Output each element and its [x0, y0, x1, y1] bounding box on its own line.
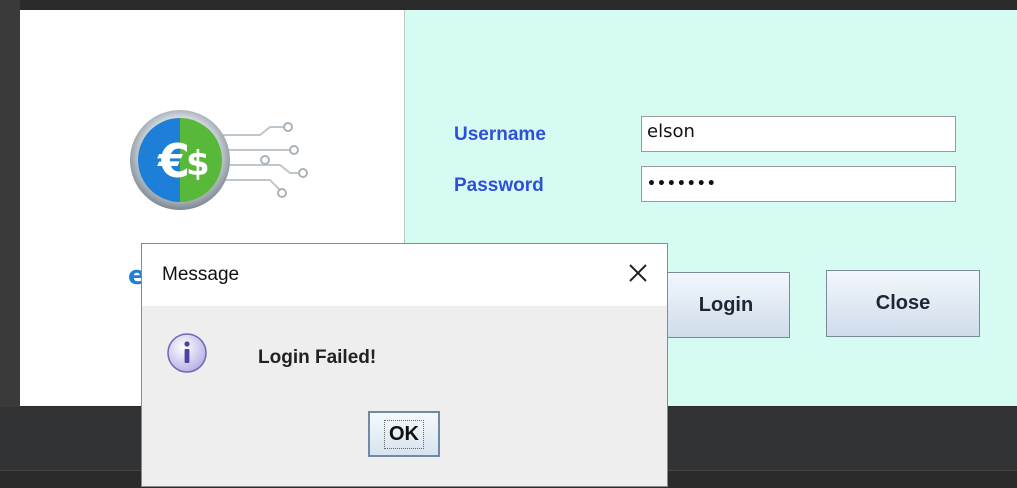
dialog-title: Message [162, 264, 240, 285]
password-label: Password [454, 175, 544, 196]
username-label: Username [454, 124, 546, 145]
ok-button[interactable]: OK [368, 411, 440, 457]
svg-text:$: $ [186, 144, 210, 184]
username-input[interactable]: elson [641, 116, 956, 152]
password-input[interactable]: ••••••• [641, 166, 956, 202]
login-button[interactable]: Login [662, 272, 790, 338]
dialog-message: Login Failed! [258, 347, 377, 368]
close-icon[interactable] [623, 258, 653, 288]
info-icon [167, 333, 207, 373]
close-button[interactable]: Close [826, 270, 980, 337]
dialog-title-bar: Message [142, 244, 667, 306]
euro-dollar-coin-logo-icon: € $ [130, 110, 308, 210]
message-dialog: Message Login Failed! OK [141, 243, 668, 487]
ok-button-label: OK [384, 419, 424, 449]
